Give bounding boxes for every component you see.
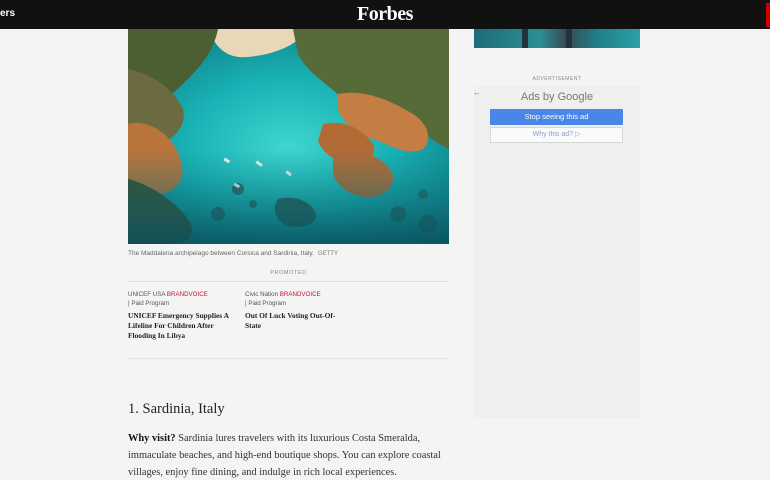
image-caption-text: The Maddalena archipelago between Corsic… bbox=[128, 250, 314, 257]
promoted-source-line: Civic Nation BRANDVOICE bbox=[245, 291, 345, 299]
promoted-source[interactable]: Civic Nation bbox=[245, 291, 278, 298]
article-hero-image bbox=[128, 29, 449, 244]
brandvoice-label[interactable]: BRANDVOICE bbox=[280, 291, 321, 298]
promoted-divider bbox=[128, 281, 449, 282]
google-wordmark: Google bbox=[557, 91, 594, 103]
image-caption: The Maddalena archipelago between Corsic… bbox=[128, 250, 338, 257]
archipelago-aerial-photo bbox=[128, 29, 449, 244]
paid-program-label: | Paid Program bbox=[128, 300, 170, 307]
why-this-ad-button[interactable]: Why this ad? ▷ bbox=[490, 127, 623, 143]
promoted-item[interactable]: UNICEF USA BRANDVOICE | Paid Program UNI… bbox=[128, 291, 233, 341]
ad-image-detail bbox=[566, 29, 572, 48]
promoted-title-link[interactable]: UNICEF Emergency Supplies A Lifeline For… bbox=[128, 311, 233, 341]
promoted-source-line: UNICEF USA BRANDVOICE bbox=[128, 291, 233, 299]
promoted-title-link[interactable]: Out Of Luck Voting Out-Of-State bbox=[245, 311, 345, 331]
promoted-item[interactable]: Civic Nation BRANDVOICE | Paid Program O… bbox=[245, 291, 345, 331]
paid-program-label: | Paid Program bbox=[245, 300, 287, 307]
section-divider bbox=[128, 358, 449, 359]
brandvoice-label[interactable]: BRANDVOICE bbox=[167, 291, 208, 298]
ad-image-detail bbox=[522, 29, 528, 48]
paragraph-body: Sardinia lures travelers with its luxuri… bbox=[128, 433, 441, 478]
stop-seeing-ad-button[interactable]: Stop seeing this ad bbox=[490, 109, 623, 125]
top-ad-image[interactable] bbox=[474, 29, 640, 48]
ads-by-prefix: Ads by bbox=[520, 91, 558, 103]
section-heading: 1. Sardinia, Italy bbox=[128, 401, 225, 417]
advertisement-label: ADVERTISEMENT bbox=[532, 76, 582, 82]
image-credit: GETTY bbox=[317, 251, 338, 257]
forbes-logo[interactable]: Forbes bbox=[0, 3, 770, 26]
ads-by-google: Ads by Google bbox=[474, 91, 640, 103]
paragraph-lead: Why visit? bbox=[128, 433, 176, 444]
subscribe-button-edge[interactable] bbox=[766, 3, 770, 27]
article-paragraph: Why visit? Sardinia lures travelers with… bbox=[128, 430, 458, 480]
promoted-label: PROMOTED bbox=[270, 270, 307, 276]
top-navigation-bar: ers Forbes bbox=[0, 0, 770, 29]
promoted-source[interactable]: UNICEF USA bbox=[128, 291, 165, 298]
